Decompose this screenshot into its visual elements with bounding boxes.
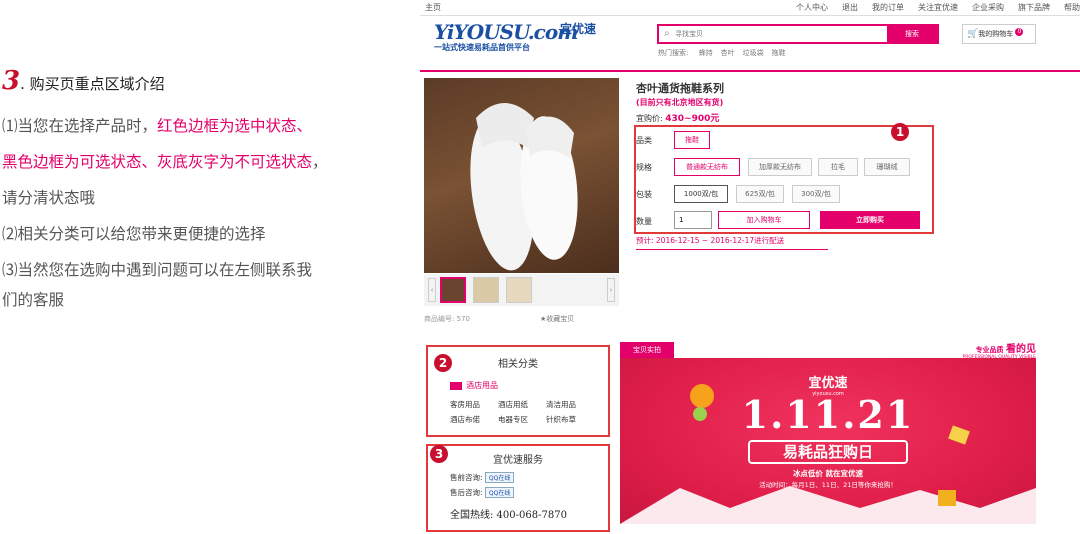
product-subtitle: (目前只有北京地区有货) — [636, 98, 724, 107]
thumb-prev-button[interactable]: ‹ — [428, 278, 436, 302]
top-nav-link-5[interactable]: 旗下品牌 — [1018, 3, 1050, 12]
hotel-icon — [450, 381, 462, 390]
related-categories-panel: 相关分类 酒店用品 客房用品 酒店用纸 清洁用品酒店布偌 电器专区 针织布草 — [426, 345, 610, 437]
post-sale-row: 售后咨询: QQ在线 — [450, 487, 608, 498]
hotline: 全国热线: 400-068-7870 — [450, 510, 567, 521]
hot-search-item-0[interactable]: 蜂持 — [699, 49, 713, 57]
cart-button[interactable]: 🛒我的购物车 0 — [962, 24, 1036, 44]
p1-prefix: ⑴当您在选择产品时， — [2, 117, 158, 135]
service-title: 宜优速服务 — [493, 455, 543, 466]
code-value: 570 — [456, 315, 470, 323]
badge-3: 3 — [430, 445, 448, 463]
search-button[interactable]: 搜索 — [887, 26, 937, 42]
price-value: 430~900元 — [665, 114, 720, 124]
top-nav-link-0[interactable]: 个人中心 — [796, 3, 828, 12]
thumbnail-3[interactable] — [506, 277, 532, 303]
header-underline — [420, 70, 1080, 72]
hot-search: 热门搜索: 蜂持 杏叶 垃圾袋 拖鞋 — [658, 48, 786, 58]
delivery-underline — [636, 249, 828, 250]
p1-line-3: 请分清状态哦 — [2, 189, 96, 207]
favorite-label: 收藏宝贝 — [546, 315, 575, 323]
tagline-1: 专业品质 — [975, 346, 1004, 354]
delivery-estimate: 预计: 2016-12-15 ~ 2016-12-17进行配送 — [636, 236, 785, 245]
p1-red-2: 黑色边框为可选状态、灰底灰字为不可选状态 — [2, 153, 313, 171]
hot-search-item-2[interactable]: 垃圾袋 — [743, 49, 764, 57]
product-price: 宜购价: 430~900元 — [636, 111, 719, 124]
pre-sale-qq-button[interactable]: QQ在线 — [484, 472, 515, 483]
nav-divider — [420, 15, 1080, 16]
top-nav: 主页 个人中心 退出 我的订单 关注宜优速 企业采购 旗下品牌 帮助 — [425, 2, 1080, 14]
cart-count: 0 — [1015, 28, 1024, 36]
post-sale-label: 售后咨询: — [450, 488, 483, 497]
favorite-button[interactable]: ★收藏宝贝 — [540, 314, 574, 324]
cart-label: 我的购物车 — [978, 30, 1014, 38]
hot-search-item-3[interactable]: 拖鞋 — [772, 49, 786, 57]
promo-banner[interactable]: 宜优速 yiyousu.com 1.11.21 易耗品狂购日 冰点低价 就在宜优… — [620, 358, 1036, 524]
banner-tagline: 专业品质 看的见 PROFESSIONAL QUALITY VISIBLE — [963, 340, 1036, 360]
banner-decoration — [620, 384, 1036, 524]
main-cat-label: 酒店用品 — [466, 381, 498, 390]
code-label: 商品编号: — [424, 315, 455, 323]
top-nav-link-2[interactable]: 我的订单 — [872, 3, 904, 12]
related-title: 相关分类 — [498, 359, 538, 370]
thumbnail-1[interactable] — [440, 277, 466, 303]
cart-icon: 🛒 — [967, 29, 979, 39]
top-nav-link-6[interactable]: 帮助 — [1064, 3, 1080, 12]
search-box: ⌕ 搜索 — [657, 24, 939, 44]
step-number: 3 — [2, 66, 21, 96]
pre-sale-label: 售前咨询: — [450, 473, 483, 482]
p1-tail: ， — [312, 153, 328, 171]
top-nav-links: 个人中心 退出 我的订单 关注宜优速 企业采购 旗下品牌 帮助 — [782, 2, 1080, 13]
related-item-4[interactable]: 电器专区 — [498, 414, 546, 425]
product-title: 杏叶通货拖鞋系列 — [636, 82, 724, 95]
related-items: 客房用品 酒店用纸 清洁用品酒店布偌 电器专区 针织布草 — [450, 399, 608, 425]
intro-paragraph-2: ⑵相关分类可以给您带来更便捷的选择 — [2, 225, 266, 243]
top-nav-link-3[interactable]: 关注宜优速 — [918, 3, 958, 12]
related-item-3[interactable]: 酒店布偌 — [450, 414, 498, 425]
banner-tab[interactable]: 宝贝实拍 — [620, 342, 674, 358]
related-main-category[interactable]: 酒店用品 — [450, 380, 608, 391]
logo-slogan: 一站式快速易耗品首供平台 — [434, 43, 530, 52]
highlight-frame-1 — [634, 125, 934, 234]
related-item-5[interactable]: 针织布草 — [546, 414, 598, 425]
logo-cn: 宜优速 — [559, 22, 596, 36]
intro-paragraph-1: ⑴当您在选择产品时，红色边框为选中状态、 黑色边框为可选状态、灰底灰字为不可选状… — [2, 108, 402, 318]
badge-1: 1 — [891, 123, 909, 141]
hot-label: 热门搜索: — [658, 49, 689, 57]
intro-heading: 3. 购买页重点区域介绍 — [2, 66, 165, 96]
service-panel: 宜优速服务 售前咨询: QQ在线 售后咨询: QQ在线 全国热线: 400-06… — [426, 444, 610, 532]
home-link[interactable]: 主页 — [425, 3, 441, 12]
top-nav-link-1[interactable]: 退出 — [842, 3, 858, 12]
search-icon: ⌕ — [664, 28, 670, 39]
shop-screenshot: 主页 个人中心 退出 我的订单 关注宜优速 企业采购 旗下品牌 帮助 YiYOUSU.com… — [420, 0, 1080, 534]
thumbnail-strip: ‹ › — [424, 274, 619, 306]
product-code: 商品编号: 570 — [424, 314, 470, 324]
tagline-2: 看的见 — [1006, 344, 1036, 355]
heading-text: . 购买页重点区域介绍 — [20, 75, 165, 93]
related-item-0[interactable]: 客房用品 — [450, 399, 498, 410]
related-item-2[interactable]: 清洁用品 — [546, 399, 598, 410]
product-image — [424, 78, 619, 273]
related-item-1[interactable]: 酒店用纸 — [498, 399, 546, 410]
search-input[interactable] — [675, 27, 875, 41]
site-logo[interactable]: YiYOUSU.com 宜优速 一站式快速易耗品首供平台 — [434, 20, 604, 62]
hot-search-item-1[interactable]: 杏叶 — [721, 49, 735, 57]
top-nav-link-4[interactable]: 企业采购 — [972, 3, 1004, 12]
thumbnail-2[interactable] — [473, 277, 499, 303]
thumb-next-button[interactable]: › — [607, 278, 615, 302]
post-sale-qq-button[interactable]: QQ在线 — [484, 487, 515, 498]
p1-red-1: 红色边框为选中状态、 — [157, 117, 313, 135]
pre-sale-row: 售前咨询: QQ在线 — [450, 472, 608, 483]
slipper-illustration — [470, 103, 578, 271]
badge-2: 2 — [434, 354, 452, 372]
price-label: 宜购价: — [636, 114, 663, 123]
